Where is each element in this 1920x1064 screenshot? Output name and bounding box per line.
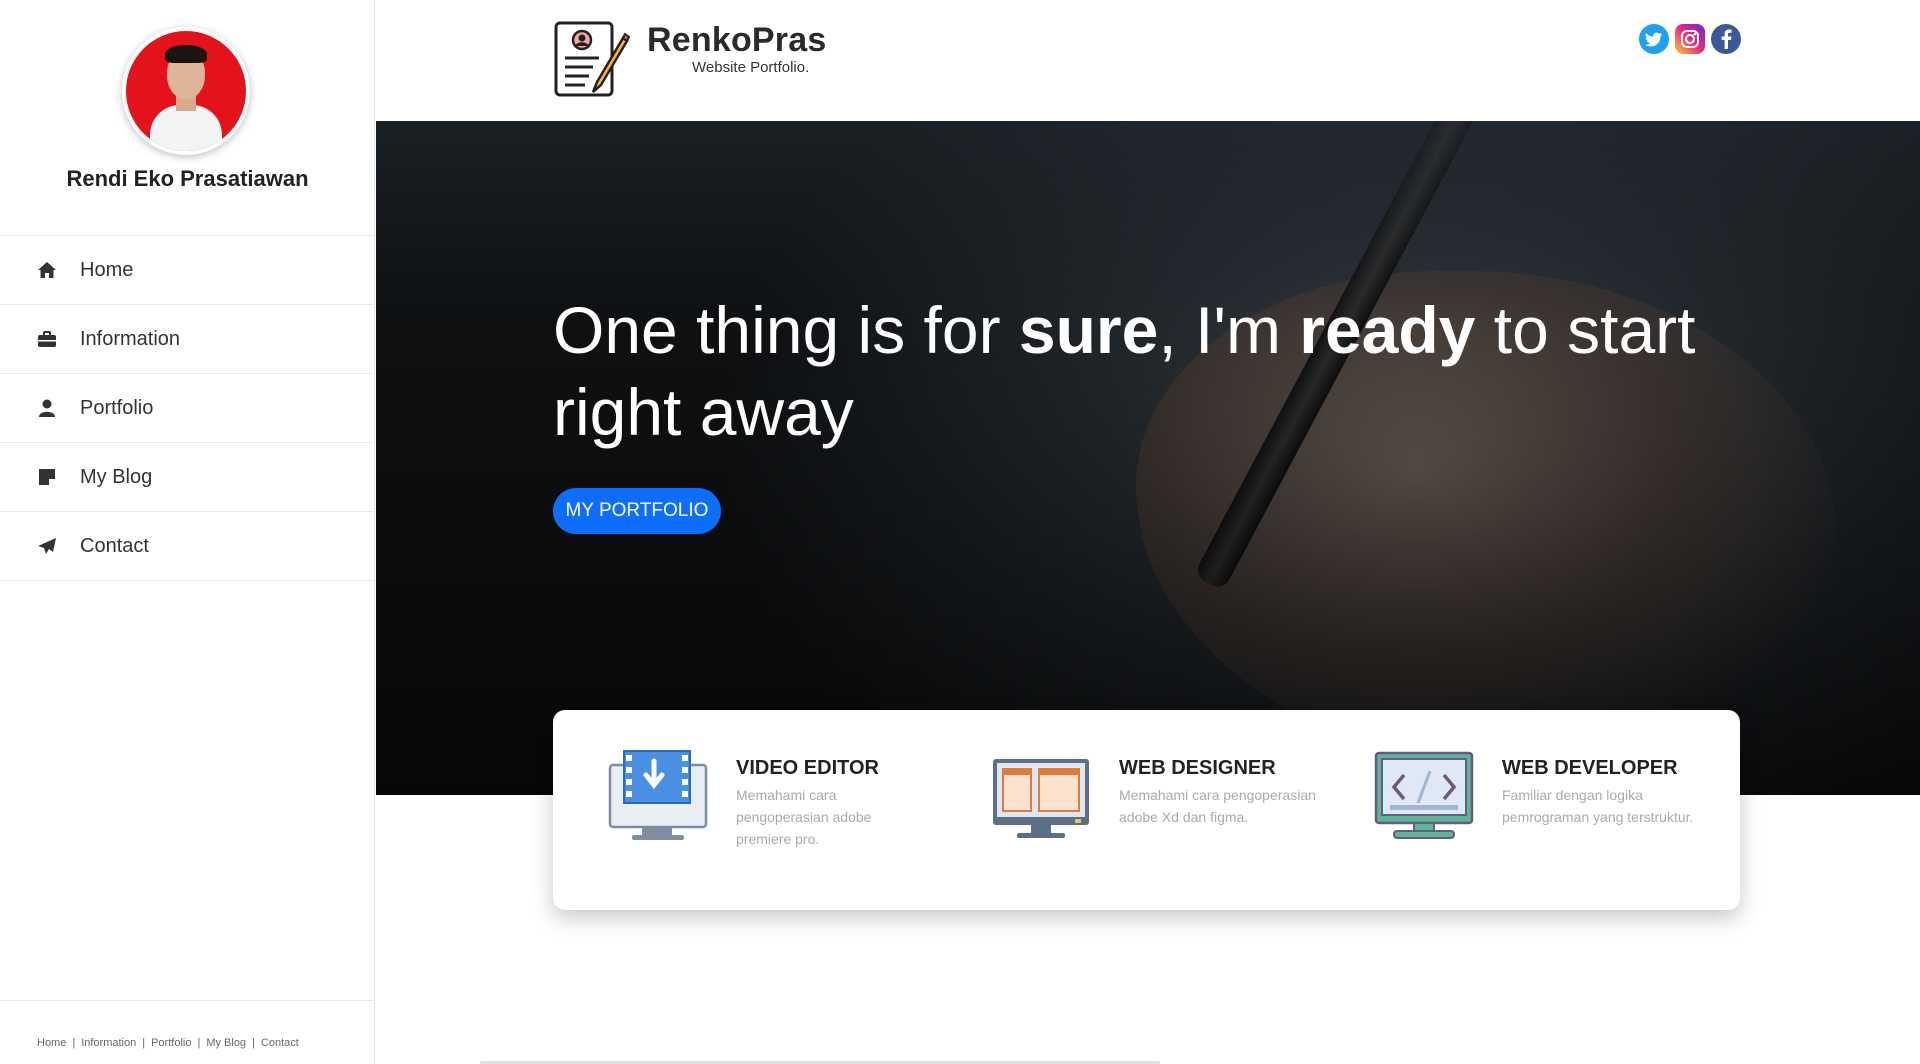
service-title: WEB DESIGNER (1119, 757, 1276, 779)
service-web-designer: WEB DESIGNER Memahami cara pengoperasian… (991, 710, 1331, 910)
footer-separator: | (252, 1037, 255, 1049)
sidebar-item-contact[interactable]: Contact (0, 512, 375, 581)
sidebar: Rendi Eko Prasatiawan Home Information P… (0, 0, 375, 1064)
web-developer-icon (1374, 751, 1474, 839)
brand-subtitle: Website Portfolio. (692, 59, 810, 76)
footer-link-contact[interactable]: Contact (261, 1037, 299, 1049)
service-title: WEB DEVELOPER (1502, 757, 1678, 779)
footer-separator: | (197, 1037, 201, 1049)
sidebar-item-label: Information (80, 327, 181, 350)
header: RenkoPras Website Portfolio. (376, 0, 1920, 121)
profile-name: Rendi Eko Prasatiawan (66, 166, 309, 191)
services-card: VIDEO EDITOR Memahami cara pengoperasian… (553, 710, 1740, 910)
footer-link-information[interactable]: Information (81, 1037, 136, 1049)
briefcase-icon (36, 328, 58, 350)
resume-logo-icon (554, 21, 631, 97)
instagram-icon[interactable] (1675, 24, 1705, 54)
video-editor-icon (608, 750, 708, 840)
service-web-developer: WEB DEVELOPER Familiar dengan logika pem… (1374, 710, 1714, 910)
service-title: VIDEO EDITOR (736, 757, 879, 779)
my-portfolio-button[interactable]: MY PORTFOLIO (553, 488, 721, 534)
sidebar-item-label: Portfolio (80, 396, 154, 419)
avatar (122, 27, 250, 155)
paper-plane-icon (36, 535, 58, 557)
footer-divider (0, 1000, 375, 1001)
sidebar-item-my-blog[interactable]: My Blog (0, 443, 375, 512)
footer-link-home[interactable]: Home (37, 1037, 66, 1049)
service-description: Memahami cara pengoperasian adobe premie… (736, 787, 872, 847)
footer-link-my-blog[interactable]: My Blog (206, 1037, 246, 1049)
footer-separator: | (142, 1037, 146, 1049)
brand-name[interactable]: RenkoPras (647, 21, 826, 60)
sidebar-nav: Home Information Portfolio My Blog Conta… (0, 235, 375, 581)
service-video-editor: VIDEO EDITOR Memahami cara pengoperasian… (608, 710, 948, 910)
footer-link-portfolio[interactable]: Portfolio (151, 1037, 191, 1049)
sidebar-item-label: Home (80, 258, 134, 281)
note-icon (36, 466, 58, 488)
social-links (1639, 24, 1741, 54)
profile-photo (126, 31, 246, 151)
footer-separator: | (72, 1037, 76, 1049)
footer-links: Home | Information | Portfolio | My Blog… (37, 1037, 299, 1049)
sidebar-item-information[interactable]: Information (0, 305, 375, 374)
sidebar-item-label: Contact (80, 534, 149, 557)
sidebar-item-label: My Blog (80, 465, 153, 488)
sidebar-item-portfolio[interactable]: Portfolio (0, 374, 375, 443)
sidebar-item-home[interactable]: Home (0, 236, 375, 305)
service-description: Familiar dengan logika pemrograman yang … (1502, 787, 1694, 825)
hero-banner: One thing is for sure, I'm ready to star… (376, 121, 1920, 795)
web-designer-icon (993, 759, 1089, 838)
facebook-icon[interactable] (1711, 24, 1741, 54)
service-description: Memahami cara pengoperasian adobe Xd dan… (1119, 787, 1316, 825)
home-icon (36, 259, 58, 281)
twitter-icon[interactable] (1639, 24, 1669, 54)
user-icon (36, 397, 58, 419)
hero-headline: One thing is for sure, I'm ready to star… (553, 293, 1696, 449)
